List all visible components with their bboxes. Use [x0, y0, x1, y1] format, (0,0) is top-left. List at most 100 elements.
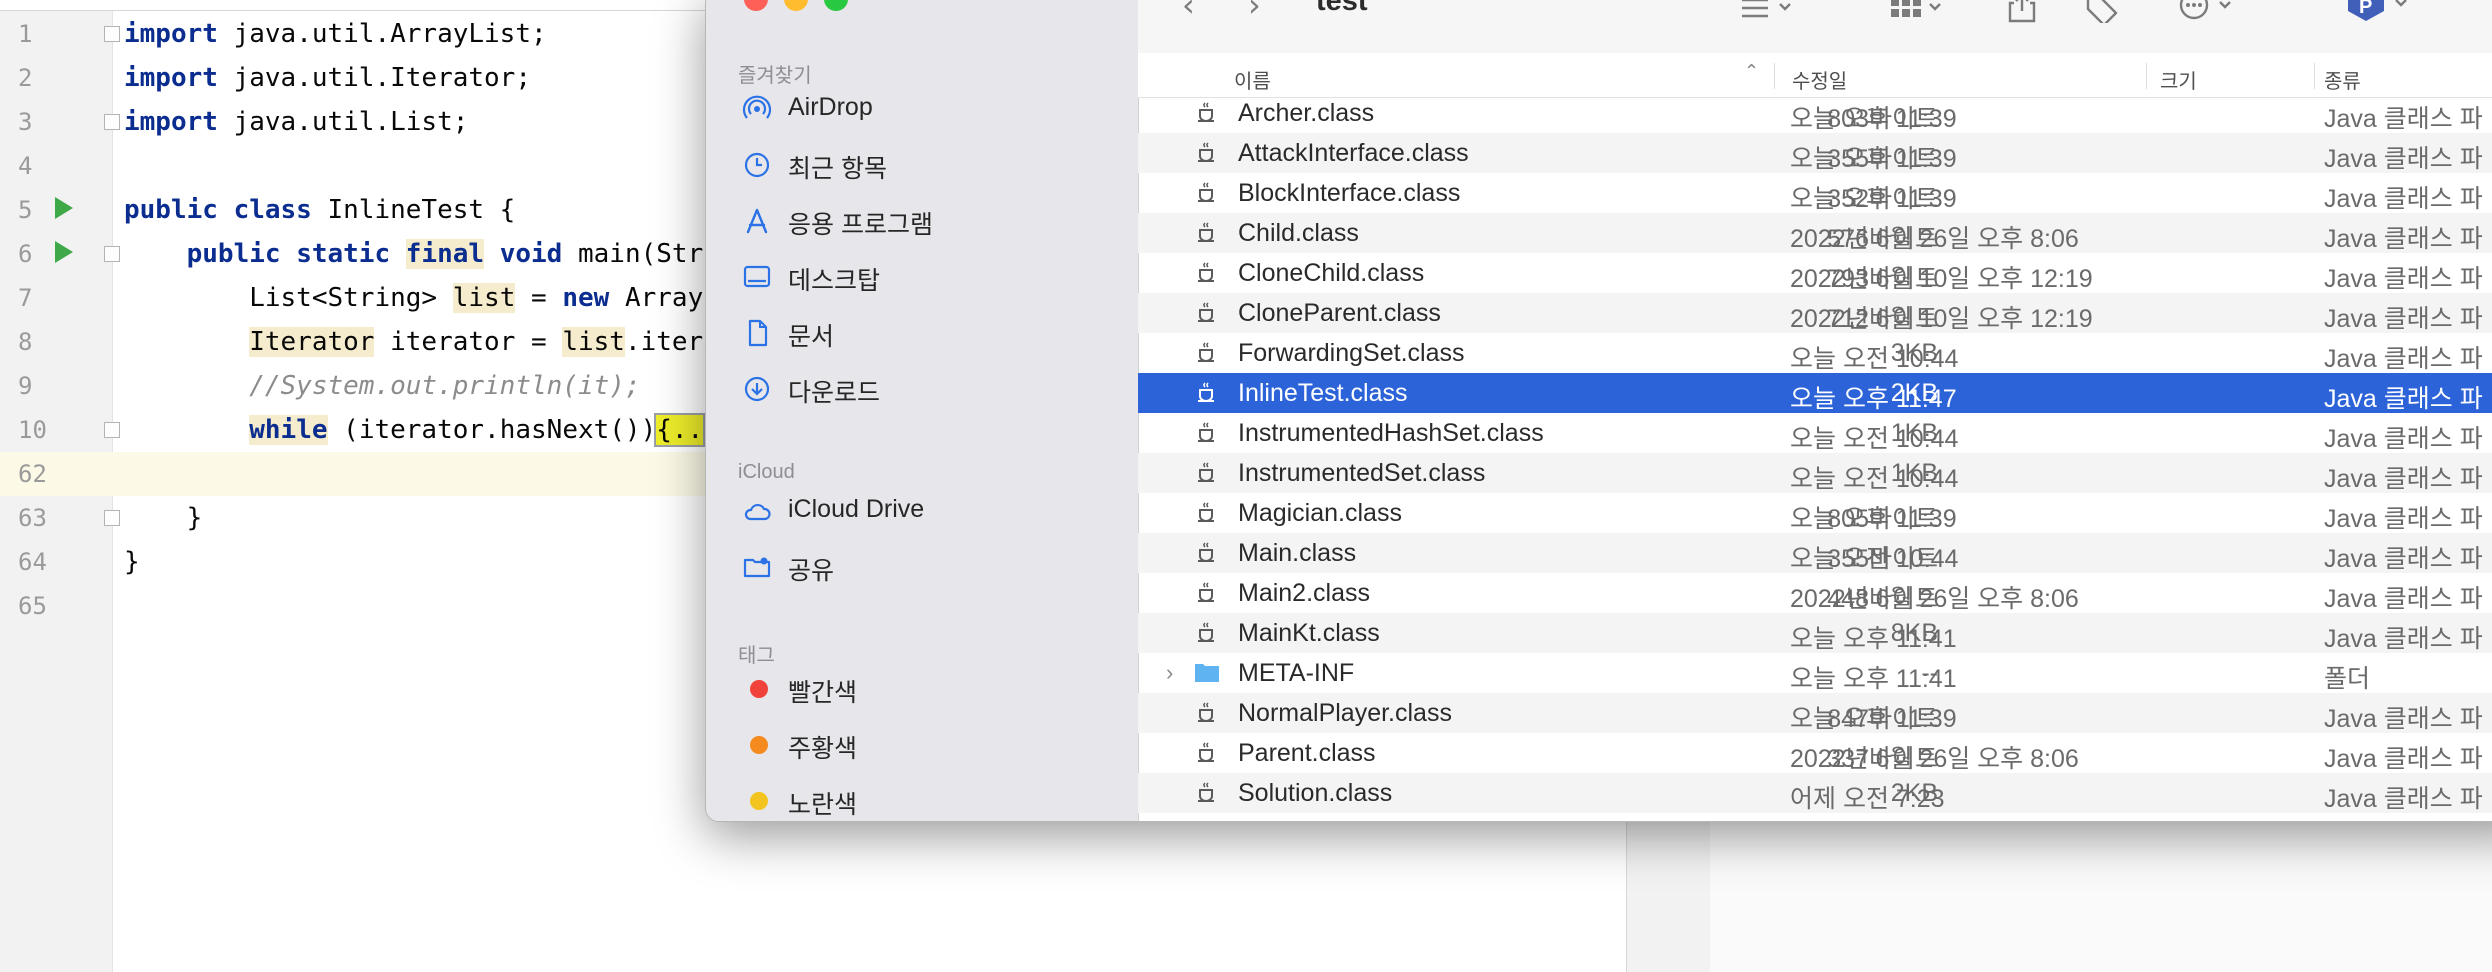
more-actions-icon[interactable]: [2178, 0, 2248, 23]
sidebar-item-applications[interactable]: 응용 프로그램: [736, 195, 1126, 245]
file-kind: Java 클래스 파: [2324, 385, 2483, 413]
fold-icon[interactable]: [104, 510, 120, 526]
column-divider[interactable]: [2146, 63, 2147, 89]
share-icon[interactable]: [2006, 0, 2038, 23]
sidebar-item-label: 주황색: [788, 735, 858, 763]
code-line[interactable]: 8 Iterator iterator = list.itera: [0, 320, 720, 364]
code-line[interactable]: 2 import java.util.Iterator;: [0, 56, 720, 100]
file-row[interactable]: MainKt.class 오늘 오후 11:41 8KB Java 클래스 파: [1138, 613, 2492, 653]
sidebar-item-shared[interactable]: 공유: [736, 541, 1126, 591]
sidebar-tag-yellow[interactable]: 노란색: [736, 775, 1126, 821]
code-text: }: [124, 547, 140, 577]
file-name: ForwardingSet.class: [1238, 339, 1465, 367]
file-row[interactable]: CloneChild.class 2022년 6월 10일 오후 12:19 793…: [1138, 253, 2492, 293]
column-date-header[interactable]: 수정일: [1792, 65, 1847, 94]
file-row[interactable]: Magician.class 오늘 오후 11:39 805바이트 Java 클래스 …: [1138, 493, 2492, 533]
file-kind: 폴더: [2324, 665, 2371, 693]
file-kind: Java 클래스 파: [2324, 705, 2483, 733]
close-window-button[interactable]: [744, 0, 768, 11]
file-kind: Java 클래스 파: [2324, 105, 2483, 133]
folder-row[interactable]: › META-INF 오늘 오후 11:41 -- 폴더: [1138, 653, 2492, 693]
java-class-file-icon: [1198, 182, 1214, 202]
code-text: import java.util.ArrayList;: [124, 19, 547, 49]
sort-ascending-icon[interactable]: ⌃: [1744, 61, 1759, 82]
sidebar-item-documents[interactable]: 문서: [736, 307, 1126, 357]
column-name-header[interactable]: 이름: [1234, 65, 1271, 94]
file-name: Parent.class: [1238, 739, 1376, 767]
file-row[interactable]: ForwardingSet.class 오늘 오전 10:44 3KB Java 클래…: [1138, 333, 2492, 373]
minimize-window-button[interactable]: [784, 0, 808, 11]
code-line[interactable]: 7 List<String> list = new ArrayL: [0, 276, 720, 320]
file-row[interactable]: Child.class 2022년 6월 26일 오후 8:06 576바이트 Jav…: [1138, 213, 2492, 253]
line-number: 6: [18, 240, 33, 268]
file-row[interactable]: Parent.class 2022년 6월 26일 오후 8:06 337바이트 Ja…: [1138, 733, 2492, 773]
fold-icon[interactable]: [104, 422, 120, 438]
group-icon[interactable]: [1888, 0, 1948, 21]
java-class-file-icon: [1198, 622, 1214, 642]
document-icon: [748, 319, 768, 347]
sidebar-item-label: 공유: [788, 557, 835, 585]
sidebar-item-downloads[interactable]: 다운로드: [736, 363, 1126, 413]
code-line[interactable]: 9 //System.out.println(it);: [0, 364, 720, 408]
code-line[interactable]: 65: [0, 584, 720, 628]
column-kind-header[interactable]: 종류: [2324, 65, 2361, 94]
code-line[interactable]: 4: [0, 144, 720, 188]
run-class-icon[interactable]: [55, 197, 73, 219]
fold-icon[interactable]: [104, 114, 120, 130]
sidebar-item-recents[interactable]: 최근 항목: [736, 139, 1126, 189]
file-row[interactable]: Archer.class 오늘 오후 11:39 803바이트 Java 클래스 파: [1138, 97, 2492, 133]
sidebar-tag-red[interactable]: 빨간색: [736, 663, 1126, 713]
app-extension-icon[interactable]: P: [2346, 0, 2426, 21]
java-class-file-icon: [1198, 462, 1214, 482]
code-line-current[interactable]: 62: [0, 452, 720, 496]
file-name: CloneChild.class: [1238, 259, 1425, 287]
column-divider[interactable]: [1774, 63, 1775, 89]
file-name: MainKt.class: [1238, 619, 1380, 647]
column-size-header[interactable]: 크기: [2160, 65, 2197, 94]
file-size: 805바이트: [1827, 505, 1938, 533]
sidebar-item-desktop[interactable]: 데스크탑: [736, 251, 1126, 301]
file-row[interactable]: Solution.class 어제 오전 7:23 2KB Java 클래스 파: [1138, 773, 2492, 813]
file-row[interactable]: Main2.class 2022년 6월 26일 오후 8:06 448바이트 Jav…: [1138, 573, 2492, 613]
file-row[interactable]: Main.class 오늘 오전 10:44 355바이트 Java 클래스 파: [1138, 533, 2492, 573]
column-divider[interactable]: [2314, 63, 2315, 89]
back-icon[interactable]: ‹: [1182, 0, 1195, 21]
sidebar-tag-orange[interactable]: 주황색: [736, 719, 1126, 769]
list-view-icon[interactable]: [1738, 0, 1798, 21]
airdrop-icon: [742, 95, 772, 119]
file-row[interactable]: InlineTest.class 오늘 오후 11:47 2KB Java 클래스 파: [1138, 373, 2492, 413]
code-line[interactable]: 64 }: [0, 540, 720, 584]
sidebar-item-label: 최근 항목: [788, 155, 887, 183]
file-list[interactable]: Archer.class 오늘 오후 11:39 803바이트 Java 클래스 파A…: [1138, 97, 2492, 821]
folded-code-block[interactable]: {..: [654, 413, 706, 447]
file-kind: Java 클래스 파: [2324, 225, 2483, 253]
file-row[interactable]: InstrumentedHashSet.class 오늘 오전 10:44 1KB J…: [1138, 413, 2492, 453]
sidebar-item-label: 빨간색: [788, 679, 858, 707]
file-row[interactable]: InstrumentedSet.class 오늘 오전 10:44 1KB Java …: [1138, 453, 2492, 493]
run-main-icon[interactable]: [55, 241, 73, 263]
code-line[interactable]: 5 public class InlineTest {: [0, 188, 720, 232]
file-size: 352바이트: [1827, 185, 1938, 213]
download-icon: [744, 376, 770, 402]
disclosure-chevron-icon[interactable]: ›: [1166, 660, 1173, 686]
fold-icon[interactable]: [104, 26, 120, 42]
code-text: public static final void main(Stri: [186, 239, 719, 269]
java-class-file-icon: [1198, 102, 1214, 122]
sidebar-item-airdrop[interactable]: AirDrop: [736, 83, 1126, 133]
file-row[interactable]: CloneParent.class 2022년 6월 10일 오후 12:19 71…: [1138, 293, 2492, 333]
file-name: AttackInterface.class: [1238, 139, 1469, 167]
java-class-file-icon: [1198, 782, 1214, 802]
clock-icon: [744, 152, 770, 178]
file-row[interactable]: NormalPlayer.class 오늘 오후 11:39 847바이트 Java …: [1138, 693, 2492, 733]
fold-icon[interactable]: [104, 246, 120, 262]
code-text: while (iterator.hasNext()){..: [249, 413, 706, 447]
tag-icon[interactable]: [2084, 0, 2120, 23]
java-class-file-icon: [1198, 262, 1214, 282]
file-size: 803바이트: [1827, 105, 1938, 133]
finder-window[interactable]: 즐겨찾기 AirDrop 최근 항목 응용 프로그램 데스크탑 문서 다운로드 …: [705, 0, 2492, 822]
zoom-window-button[interactable]: [824, 0, 848, 11]
forward-icon[interactable]: ›: [1248, 0, 1261, 21]
file-row[interactable]: AttackInterface.class 오늘 오후 11:39 355바이트 Ja…: [1138, 133, 2492, 173]
sidebar-item-icloud-drive[interactable]: iCloud Drive: [736, 485, 1126, 535]
file-row[interactable]: BlockInterface.class 오늘 오후 11:39 352바이트 Jav…: [1138, 173, 2492, 213]
